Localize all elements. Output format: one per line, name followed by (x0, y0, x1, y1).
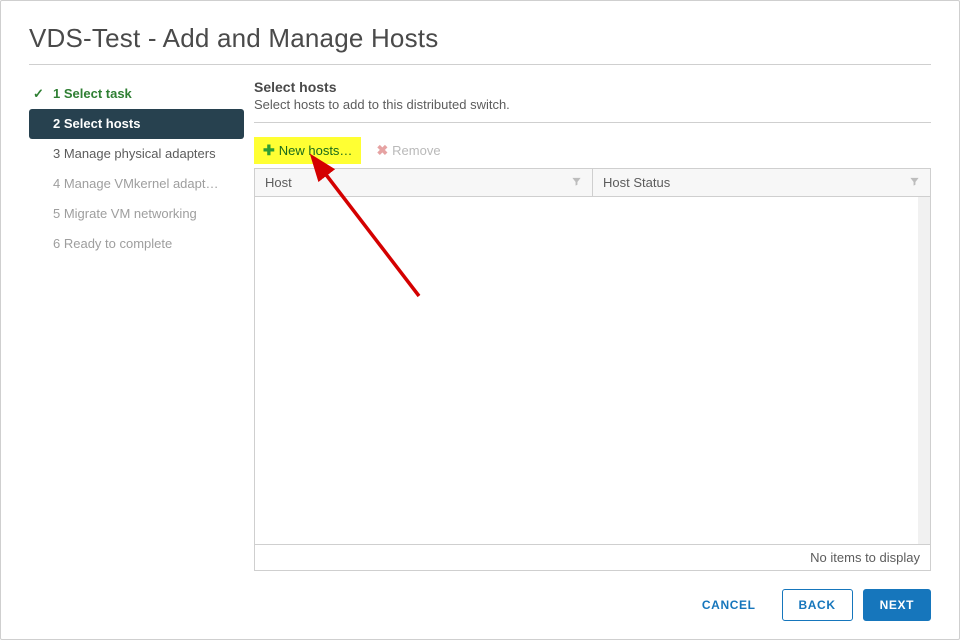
wizard-step-label: 6 Ready to complete (53, 236, 172, 251)
wizard-step-label: 5 Migrate VM networking (53, 206, 197, 221)
filter-icon[interactable] (571, 175, 582, 190)
wizard-step-label: 1 Select task (53, 86, 132, 101)
back-button[interactable]: BACK (782, 589, 853, 621)
wizard-step-migrate-vm-networking: 5 Migrate VM networking (29, 199, 244, 229)
wizard-step-select-task[interactable]: ✓ 1 Select task (29, 79, 244, 109)
empty-text: No items to display (810, 550, 920, 565)
wizard-step-manage-vmkernel-adapters: 4 Manage VMkernel adapt… (29, 169, 244, 199)
wizard-step-manage-physical-adapters[interactable]: 3 Manage physical adapters (29, 139, 244, 169)
panel-title: Select hosts (254, 79, 931, 95)
column-label: Host (265, 175, 292, 190)
plus-icon: ✚ (263, 142, 275, 159)
column-header-host[interactable]: Host (255, 169, 593, 196)
dialog-body: ✓ 1 Select task 2 Select hosts 3 Manage … (29, 79, 931, 571)
grid-footer: No items to display (255, 544, 930, 570)
next-button[interactable]: NEXT (863, 589, 931, 621)
wizard-step-label: 4 Manage VMkernel adapt… (53, 176, 218, 191)
dialog-header: VDS-Test - Add and Manage Hosts (29, 23, 931, 65)
dialog-title: VDS-Test - Add and Manage Hosts (29, 23, 931, 54)
wizard-step-ready-to-complete: 6 Ready to complete (29, 229, 244, 259)
wizard-step-select-hosts[interactable]: 2 Select hosts (29, 109, 244, 139)
check-icon: ✓ (33, 85, 44, 103)
remove-button: ✖ Remove (367, 137, 449, 164)
wizard-step-label: 2 Select hosts (53, 116, 140, 131)
wizard-steps: ✓ 1 Select task 2 Select hosts 3 Manage … (29, 79, 254, 571)
new-hosts-button[interactable]: ✚ New hosts… (254, 137, 361, 164)
grid-body (255, 197, 930, 544)
main-panel: Select hosts Select hosts to add to this… (254, 79, 931, 571)
grid-header: Host Host Status (255, 169, 930, 197)
toolbar: ✚ New hosts… ✖ Remove (254, 137, 931, 164)
x-icon: ✖ (376, 142, 388, 159)
wizard-step-label: 3 Manage physical adapters (53, 146, 216, 161)
hosts-grid: Host Host Status No items to display (254, 168, 931, 571)
cancel-button[interactable]: CANCEL (686, 590, 772, 620)
remove-label: Remove (392, 143, 440, 158)
new-hosts-label: New hosts… (279, 143, 353, 158)
dialog-footer: CANCEL BACK NEXT (29, 571, 931, 621)
filter-icon[interactable] (909, 175, 920, 190)
panel-header: Select hosts Select hosts to add to this… (254, 79, 931, 123)
panel-description: Select hosts to add to this distributed … (254, 97, 931, 112)
wizard-dialog: VDS-Test - Add and Manage Hosts ✓ 1 Sele… (0, 0, 960, 640)
column-header-host-status[interactable]: Host Status (593, 169, 930, 196)
column-label: Host Status (603, 175, 670, 190)
